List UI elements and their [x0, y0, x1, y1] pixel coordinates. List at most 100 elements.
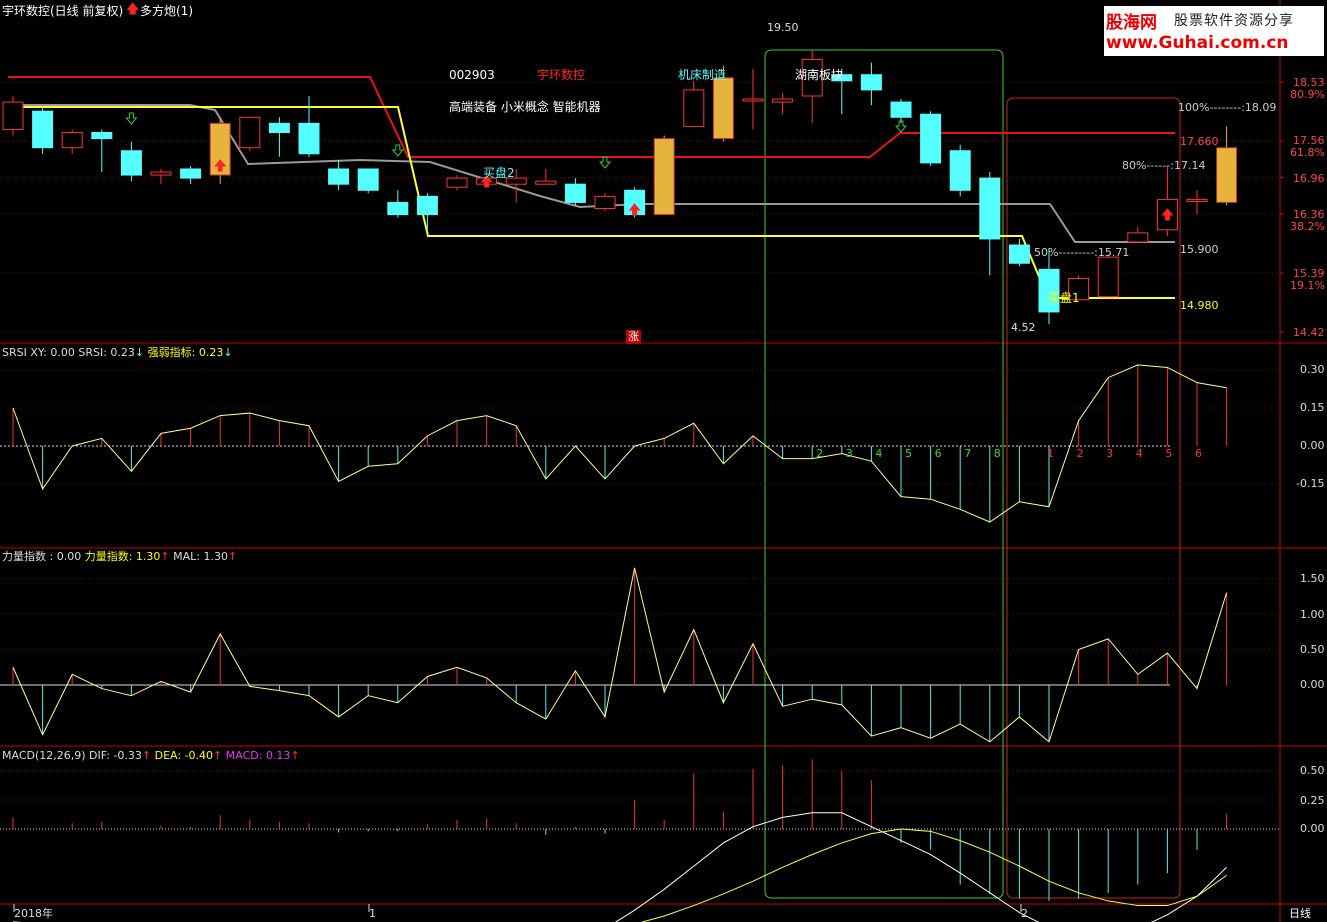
- candle-body: [239, 116, 261, 149]
- candle-body: [920, 113, 942, 164]
- srsi-count-label: 6: [935, 447, 942, 460]
- candle-body: [1186, 198, 1208, 202]
- macd-tick: 0.25: [1300, 794, 1325, 807]
- arrow-up-icon: ↑: [290, 749, 300, 762]
- yellow-line-value: 14.980: [1180, 299, 1219, 312]
- candle-body: [120, 150, 142, 176]
- srsi-title[interactable]: SRSI XY: 0.00 SRSI: 0.23↓ 强弱指标: 0.23↓: [2, 346, 233, 360]
- candle-body: [712, 77, 734, 140]
- date-month-2: 2: [1021, 907, 1028, 920]
- candle-body: [979, 177, 1001, 240]
- fib-80-value: 17.14: [1173, 159, 1206, 172]
- candle-body: [91, 131, 113, 140]
- chart-stage[interactable]: 2 3 4 5 6 7 8 1 2 3 4 5 6 宇环数控(日线 前复权) 🡅 多方炮(1) 0029…: [0, 0, 1327, 922]
- watermark-logo: 股海网 股票软件资源分享 www.Guhai.com.cn: [1104, 6, 1324, 56]
- concept-tags: 高端装备 小米概念 智能机器: [449, 100, 601, 114]
- candle-body: [1127, 232, 1149, 243]
- stock-code: 002903: [449, 68, 495, 82]
- candle-body: [328, 168, 350, 185]
- srsi-strength: 强弱指标: 0.23: [147, 346, 224, 359]
- arrow-up-icon: 🡅: [126, 2, 140, 17]
- candle-body: [742, 98, 764, 102]
- srsi-count-label: 7: [964, 447, 971, 460]
- stock-name: 宇环数控: [537, 68, 586, 82]
- candle-body: [949, 150, 971, 191]
- macd-name: MACD(12,26,9): [2, 749, 86, 762]
- date-month-1: 1: [369, 907, 376, 920]
- force-tick: 1.50: [1300, 572, 1325, 585]
- candle-body: [2, 101, 24, 130]
- arrow-up-icon: ↑: [213, 749, 223, 762]
- fib-50-value: 15.71: [1097, 246, 1130, 259]
- candle-body: [535, 180, 557, 185]
- force-mal: MAL: 1.30: [173, 550, 228, 563]
- candle-body: [357, 168, 379, 191]
- candle-body: [1097, 256, 1119, 298]
- red-line-value: 17.660: [1180, 135, 1219, 148]
- zhang-badge: 涨: [626, 330, 641, 344]
- candle-body: [1216, 147, 1238, 203]
- srsi-count-label: 4: [875, 447, 882, 460]
- srsi-tick: 0.30: [1300, 363, 1325, 376]
- candle-body: [653, 138, 675, 216]
- buy-signal-label-1: 买盘1: [1048, 291, 1080, 305]
- force-tick: 0.50: [1300, 643, 1325, 656]
- srsi-count-label: 3: [1106, 447, 1113, 460]
- candle-body: [298, 122, 320, 155]
- srsi-tick: 0.00: [1300, 439, 1325, 452]
- srsi-name: SRSI: [2, 346, 27, 359]
- macd-dif: DIF: -0.33: [89, 749, 142, 762]
- arrow-up-icon: ↑: [227, 550, 238, 563]
- sell-arrow-icon: [125, 112, 138, 125]
- srsi-count-label: 5: [905, 447, 912, 460]
- fib-100-pct: 100%: [1178, 101, 1210, 114]
- srsi-count-label: 8: [994, 447, 1001, 460]
- srsi-xy: XY: 0.00: [30, 346, 75, 359]
- macd-tick: 0.00: [1300, 822, 1325, 835]
- candle-body: [268, 122, 290, 133]
- chart-canvas[interactable]: 2 3 4 5 6 7 8 1 2 3 4 5 6: [0, 0, 1327, 922]
- force-line: [12, 567, 1228, 743]
- candle-body: [150, 171, 172, 176]
- candle-body: [860, 74, 882, 91]
- gray-line-value: 15.900: [1180, 243, 1219, 256]
- period-tab[interactable]: 日线: [1289, 908, 1311, 920]
- candle-body: [32, 110, 54, 149]
- candle-body: [683, 89, 705, 127]
- srsi-count-label: 4: [1136, 447, 1143, 460]
- sell-arrow-icon: [598, 156, 612, 169]
- force-title[interactable]: 力量指数 : 0.00 力量指数: 1.30↑ MAL: 1.30↑: [2, 550, 237, 564]
- highlight-box-red: [1006, 97, 1181, 899]
- pct-tick: 80.9%: [1290, 88, 1325, 101]
- arrow-up-icon: ↑: [160, 550, 170, 563]
- srsi-count-label: 6: [1195, 447, 1202, 460]
- pct-tick: 38.2%: [1290, 220, 1325, 233]
- force-tick: 0.00: [1300, 678, 1325, 691]
- srsi-count-label: 2: [816, 447, 823, 460]
- arrow-down-icon: ↓: [223, 346, 233, 359]
- pct-tick: 19.1%: [1290, 279, 1325, 292]
- candle-body: [1008, 244, 1030, 264]
- macd-value: MACD: 0.13: [225, 749, 291, 762]
- buy-signal-label-2: 买盘2: [483, 166, 515, 180]
- candle-body: [180, 168, 202, 179]
- candle-body: [61, 131, 83, 149]
- macd-title[interactable]: MACD(12,26,9) DIF: -0.33↑ DEA: -0.40↑ MA…: [2, 749, 300, 763]
- srsi-tick: -0.15: [1296, 477, 1325, 490]
- price-tick: 14.42: [1293, 326, 1325, 339]
- high-price-label: 19.50: [767, 21, 799, 34]
- srsi-count-label: 2: [1077, 447, 1084, 460]
- candle-body: [772, 98, 794, 103]
- macd-dea: DEA: -0.40: [154, 749, 214, 762]
- force-tick: 1.00: [1300, 608, 1325, 621]
- candle-body: [387, 201, 409, 216]
- sell-arrow-icon: [391, 144, 404, 157]
- srsi-count-label: 5: [1165, 447, 1172, 460]
- fib-80-pct: 80%: [1122, 159, 1147, 172]
- srsi-count-label: 3: [846, 447, 853, 460]
- candle-body: [416, 195, 438, 216]
- price-tick: 16.96: [1293, 172, 1325, 185]
- indicator-name[interactable]: 多方炮(1): [140, 4, 193, 18]
- macd-dea-line: [640, 828, 1227, 922]
- sector-tag-1: 机床制造: [678, 68, 727, 82]
